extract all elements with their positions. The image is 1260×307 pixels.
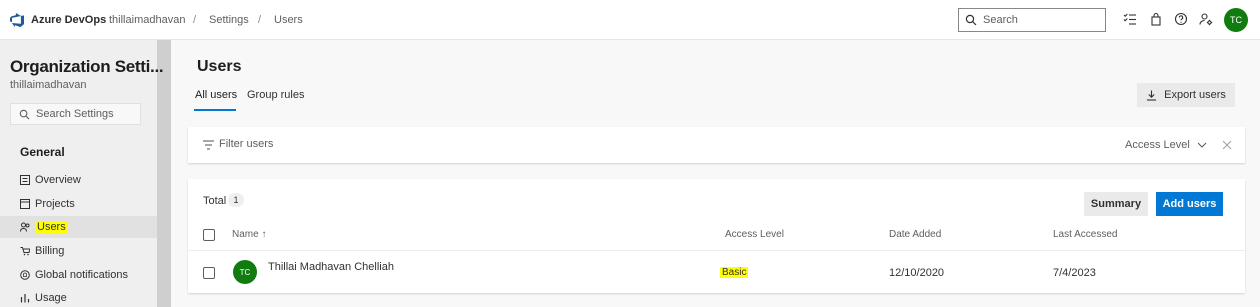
access-level-dropdown-label: Access Level: [1125, 139, 1190, 151]
notifications-icon: [20, 270, 30, 280]
column-header-date-added[interactable]: Date Added: [889, 229, 941, 240]
sidebar-item-overview[interactable]: Overview: [0, 169, 157, 191]
filter-bar: Access Level: [188, 127, 1245, 163]
breadcrumb-org[interactable]: thillaimadhavan: [109, 14, 185, 26]
date-added-value: 12/10/2020: [889, 267, 945, 279]
user-avatar[interactable]: TC: [1224, 8, 1248, 32]
sidebar-item-global-notifications[interactable]: Global notifications: [0, 264, 157, 286]
select-all-checkbox[interactable]: [203, 229, 215, 241]
users-icon: [20, 222, 30, 232]
filter-icon: [203, 140, 214, 150]
sidebar-item-label: Billing: [35, 245, 65, 257]
sidebar-item-users[interactable]: Users: [0, 216, 157, 238]
breadcrumb-separator: /: [258, 14, 262, 26]
row-checkbox[interactable]: [203, 267, 215, 279]
column-header-access-level[interactable]: Access Level: [725, 229, 784, 240]
search-icon: [965, 14, 977, 26]
top-search-input[interactable]: [983, 14, 1103, 26]
header-divider: [188, 250, 1245, 251]
total-label: Total: [203, 195, 227, 207]
sidebar-item-label: Overview: [35, 174, 81, 186]
chevron-down-icon: [1197, 142, 1207, 148]
user-name[interactable]: Thillai Madhavan Chelliah: [268, 261, 394, 273]
access-level-value[interactable]: Basic: [720, 267, 749, 278]
azure-devops-logo-icon[interactable]: [9, 12, 25, 28]
download-icon: [1147, 90, 1157, 101]
top-search-box[interactable]: [958, 8, 1106, 32]
breadcrumb-separator: /: [193, 14, 197, 26]
breadcrumb-settings[interactable]: Settings: [209, 14, 249, 26]
org-name: thillaimadhavan: [10, 79, 87, 91]
tab-group-rules[interactable]: Group rules: [247, 89, 304, 101]
settings-search-input[interactable]: [36, 108, 136, 120]
shopping-bag-icon[interactable]: [1149, 12, 1163, 26]
add-users-button[interactable]: Add users: [1156, 192, 1223, 216]
task-list-icon[interactable]: [1123, 12, 1137, 26]
brand-name[interactable]: Azure DevOps: [31, 14, 106, 26]
close-icon[interactable]: [1222, 140, 1232, 150]
org-settings-title: Organization Setti...: [10, 57, 164, 76]
last-accessed-value: 7/4/2023: [1053, 267, 1096, 279]
sidebar-item-billing[interactable]: Billing: [0, 240, 157, 262]
filter-users-input[interactable]: [219, 138, 519, 150]
section-general: General: [20, 145, 65, 159]
sidebar-item-usage[interactable]: Usage: [0, 287, 157, 307]
settings-search-box[interactable]: [10, 103, 141, 125]
sidebar-item-projects[interactable]: Projects: [0, 193, 157, 215]
top-bar: Azure DevOps thillaimadhavan / Settings …: [0, 0, 1260, 40]
breadcrumb-users[interactable]: Users: [274, 14, 303, 26]
avatar: TC: [233, 260, 257, 284]
billing-icon: [20, 247, 30, 256]
overview-icon: [20, 175, 30, 185]
search-icon: [19, 109, 30, 119]
sidebar-item-label: Projects: [35, 198, 75, 210]
projects-icon: [20, 199, 30, 209]
access-level-dropdown[interactable]: Access Level: [1125, 139, 1207, 151]
column-header-name[interactable]: Name ↑: [232, 229, 266, 240]
tab-all-users[interactable]: All users: [195, 89, 237, 101]
active-tab-indicator: [194, 109, 236, 111]
export-users-button[interactable]: Export users: [1137, 83, 1235, 107]
usage-icon: [20, 294, 30, 303]
export-users-label: Export users: [1164, 89, 1226, 101]
column-header-last-accessed[interactable]: Last Accessed: [1053, 229, 1117, 240]
user-settings-icon[interactable]: [1199, 12, 1213, 26]
page-title: Users: [197, 58, 242, 75]
summary-button[interactable]: Summary: [1084, 192, 1148, 216]
users-table-card: Total 1 Summary Add users Name ↑ Access …: [188, 179, 1245, 293]
help-icon[interactable]: [1174, 12, 1188, 26]
sidebar-item-label: Users: [35, 221, 68, 233]
sidebar-scrollbar[interactable]: [157, 40, 171, 307]
total-count-badge: 1: [228, 193, 244, 207]
sidebar-item-label: Usage: [35, 292, 67, 304]
sidebar-item-label: Global notifications: [35, 269, 128, 281]
